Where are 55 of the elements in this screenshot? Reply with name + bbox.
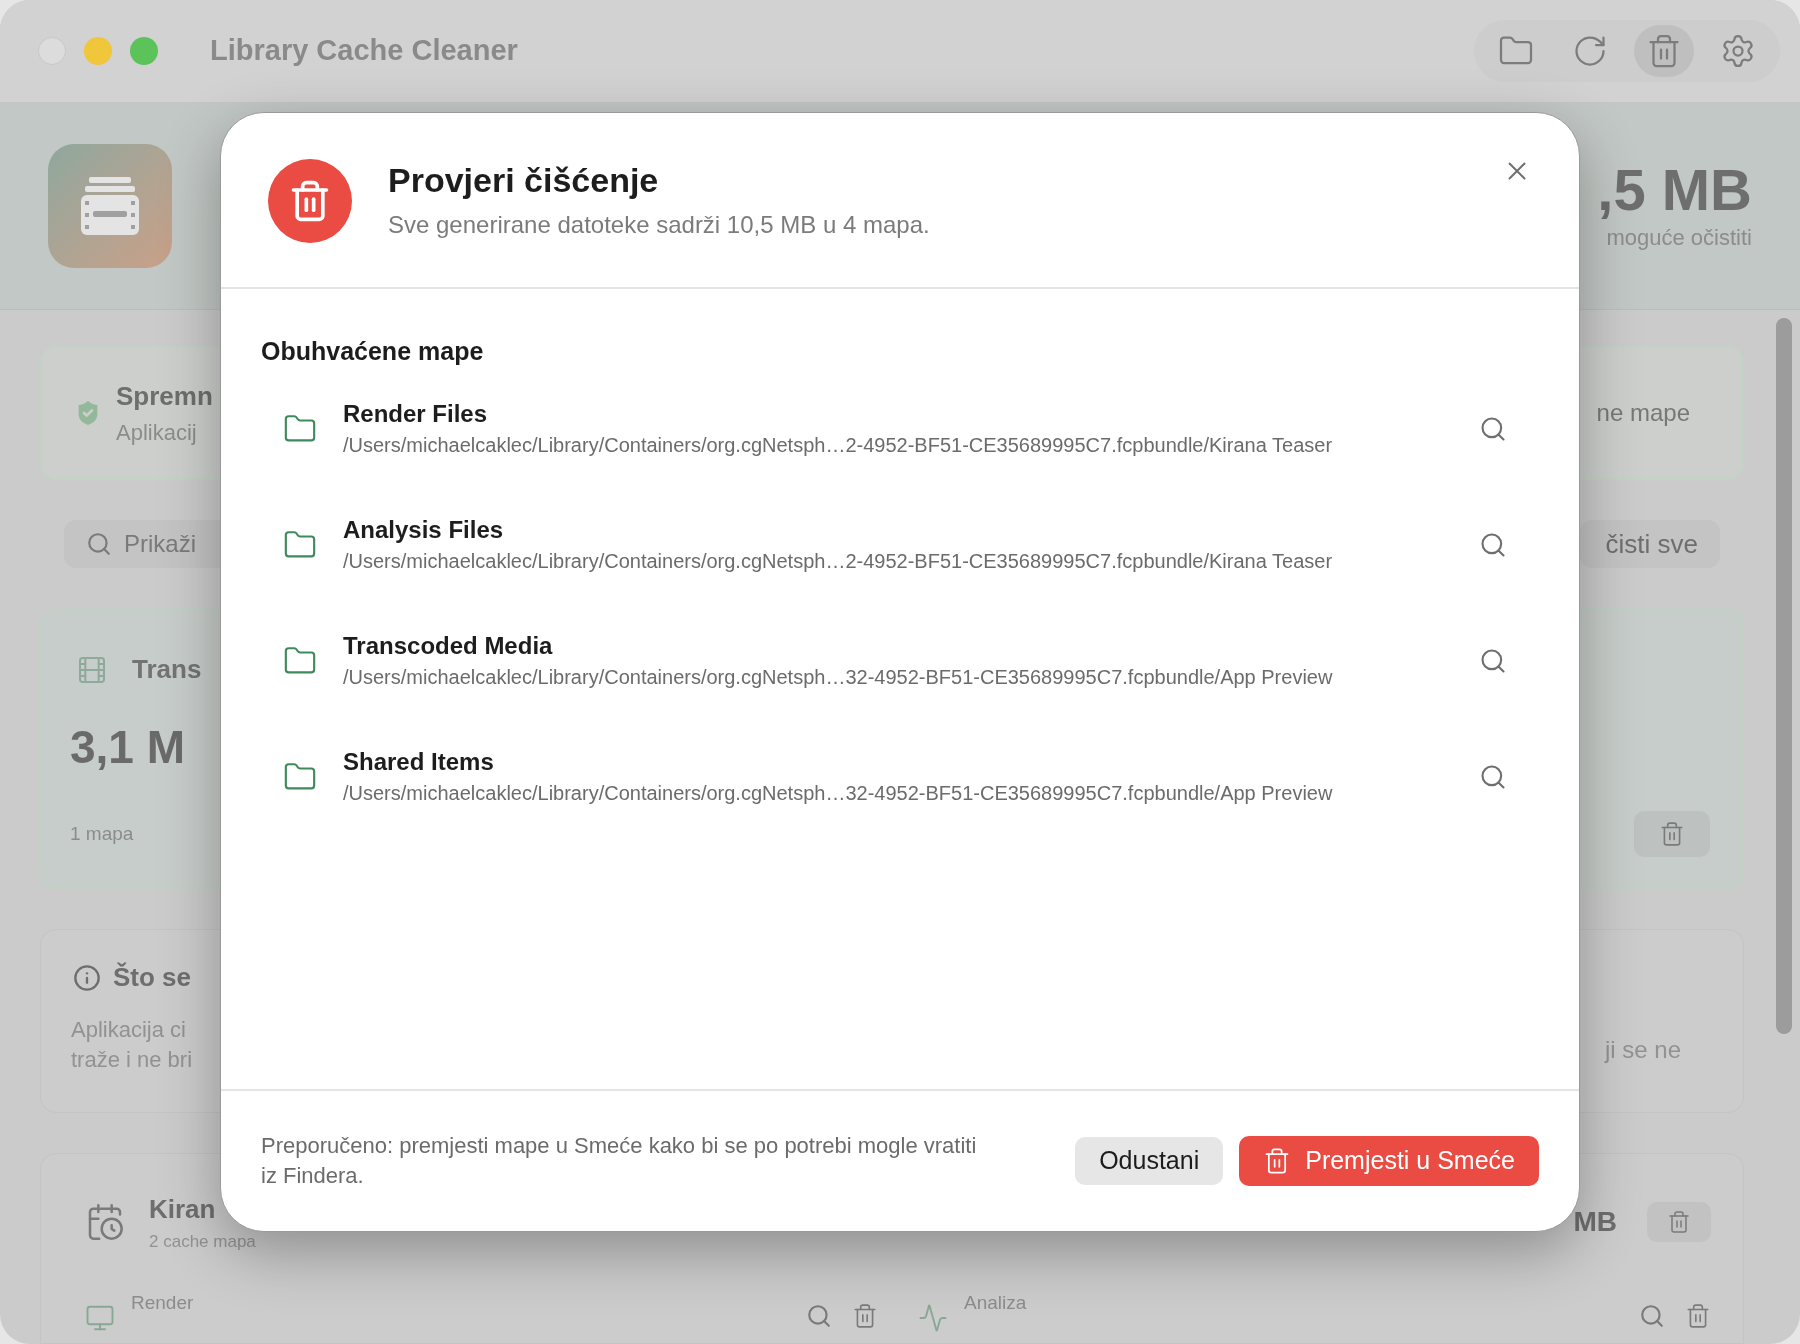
folder-row[interactable]: Transcoded Media /Users/michaelcaklec/Library/Containers/org.cgNetsph…32-4952-BF51-CE35689995C7.fcpbundle/App Preview (261, 602, 1539, 719)
info-text: traže i ne bri (71, 1046, 193, 1074)
move-to-trash-button[interactable]: Premjesti u Smeće (1239, 1136, 1539, 1186)
folder-name: Shared Items (343, 746, 495, 777)
trash-icon[interactable] (852, 1302, 878, 1329)
folder-name: Render Files (343, 398, 489, 429)
info-text: Aplikacija ci (71, 1016, 187, 1044)
search-icon (86, 531, 112, 557)
settings-icon (1720, 33, 1756, 69)
delete-button[interactable] (1647, 1202, 1711, 1243)
folder-path: /Users/michaelcaklec/Library/Containers/org.cgNetsph…32-4952-BF51-CE35689995C7.fcpbundle/App Preview (343, 780, 1333, 806)
folder-name: Analysis Files (343, 514, 505, 545)
search-icon (1479, 646, 1507, 675)
folder-path: /Users/michaelcaklec/Library/Containers/org.cgNetsph…2-4952-BF51-CE35689995C7.fcpbundle/Kirana Teaser (343, 432, 1333, 458)
project-name: Kiran (149, 1193, 217, 1226)
item-label: Render (131, 1290, 194, 1315)
folder-row[interactable]: Render Files /Users/michaelcaklec/Library/Containers/org.cgNetsph…2-4952-BF51-CE35689995C7.fcpbundle/Kirana Teaser (261, 370, 1539, 487)
dialog-subtitle: Sve generirane datoteke sadrži 10,5 MB u 4 mapa. (388, 210, 930, 240)
dialog-title: Provjeri čišćenje (388, 160, 660, 201)
trash-icon (1659, 821, 1685, 847)
folder-path: /Users/michaelcaklec/Library/Containers/org.cgNetsph…32-4952-BF51-CE35689995C7.fcpbundle/App Preview (343, 664, 1333, 690)
category-size: 3,1 M (70, 720, 186, 775)
category-name: Trans (132, 653, 202, 686)
footer-note: Preporučeno: premjesti mape u Smeće kako bi se po potrebi mogle vratiti iz Findera. (261, 1132, 978, 1190)
item-label: Analiza (964, 1290, 1027, 1315)
info-text: ji se ne (1604, 1035, 1681, 1065)
folder-row[interactable]: Analysis Files /Users/michaelcaklec/Library/Containers/org.cgNetsph…2-4952-BF51-CE35689995C7.fcpbundle/Kirana Teaser (261, 486, 1539, 603)
folder-path: /Users/michaelcaklec/Library/Containers/org.cgNetsph…2-4952-BF51-CE35689995C7.fcpbundle/Kirana Teaser (343, 548, 1333, 574)
search-icon (1479, 414, 1507, 443)
status-title: Spremn (116, 380, 213, 413)
pulse-icon (918, 1302, 948, 1333)
trash-button[interactable] (1634, 25, 1694, 77)
zoom-window-button[interactable] (130, 37, 158, 65)
trash-icon (1667, 1210, 1691, 1235)
folder-name: Transcoded Media (343, 630, 554, 661)
info-icon (73, 963, 101, 992)
refresh-icon (1572, 33, 1608, 69)
scrollbar[interactable] (1776, 318, 1792, 1034)
folder-count: 1 mapa (70, 821, 134, 846)
trash-icon[interactable] (1685, 1302, 1711, 1329)
delete-button[interactable] (1634, 811, 1710, 857)
window-title: Library Cache Cleaner (210, 33, 518, 69)
total-size: ,5 MB (1597, 157, 1752, 222)
search-icon[interactable] (806, 1302, 832, 1329)
project-size: MB (1573, 1205, 1617, 1240)
search-icon (1479, 762, 1507, 791)
search-icon (1479, 530, 1507, 559)
section-title: Obuhvaćene mape (261, 336, 485, 367)
cancel-button[interactable]: Odustani (1075, 1137, 1224, 1185)
folder-row[interactable]: Shared Items /Users/michaelcaklec/Library/Containers/org.cgNetsph…32-4952-BF51-CE35689995C7.fcpbundle/App Preview (261, 718, 1539, 835)
info-title: Što se (113, 961, 192, 994)
total-caption: moguće očistiti (1606, 224, 1752, 253)
app-icon (48, 144, 172, 268)
search-icon[interactable] (1639, 1302, 1665, 1329)
status-text: Aplikacij (116, 419, 198, 447)
